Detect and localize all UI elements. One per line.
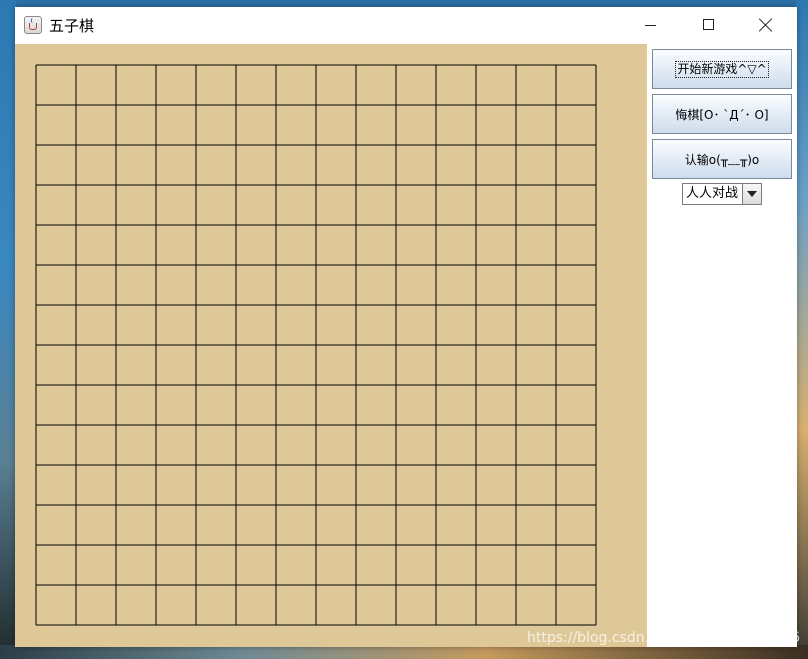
gomoku-board-grid[interactable]: [35, 64, 597, 626]
control-panel: 开始新游戏^▽^ 悔棋[O･ `Д´･ O] 认输o(╥﹏╥)o 人人对战: [647, 44, 797, 647]
java-coffee-icon: [24, 16, 42, 34]
close-button[interactable]: [737, 7, 795, 44]
maximize-icon: [703, 19, 714, 30]
surrender-button[interactable]: 认输o(╥﹏╥)o: [652, 139, 792, 179]
new-game-label: 开始新游戏^▽^: [675, 60, 769, 78]
new-game-button[interactable]: 开始新游戏^▽^: [652, 49, 792, 89]
gomoku-board-panel[interactable]: [15, 44, 647, 647]
window-title: 五子棋: [49, 17, 95, 35]
title-bar[interactable]: 五子棋: [15, 7, 797, 44]
maximize-button[interactable]: [679, 7, 737, 44]
minimize-button[interactable]: [621, 7, 679, 44]
game-mode-select[interactable]: 人人对战: [682, 183, 762, 205]
app-window: 五子棋 开始新游戏^▽^ 悔棋[O･ `Д´･ O] 认输o(╥﹏╥)o 人人对…: [15, 7, 797, 647]
undo-label: 悔棋[O･ `Д´･ O]: [675, 107, 769, 122]
surrender-label: 认输o(╥﹏╥)o: [684, 152, 760, 167]
desktop-background-right: [796, 0, 808, 659]
desktop-background-left: [0, 0, 16, 659]
watermark-text: https://blog.csdn.net/weixin_51937686: [527, 630, 801, 646]
undo-button[interactable]: 悔棋[O･ `Д´･ O]: [652, 94, 792, 134]
close-icon: [759, 18, 773, 32]
chevron-down-icon[interactable]: [742, 184, 761, 204]
game-mode-value: 人人对战: [686, 186, 739, 201]
desktop-background-bottom: [0, 645, 808, 659]
minimize-icon: [645, 25, 656, 26]
